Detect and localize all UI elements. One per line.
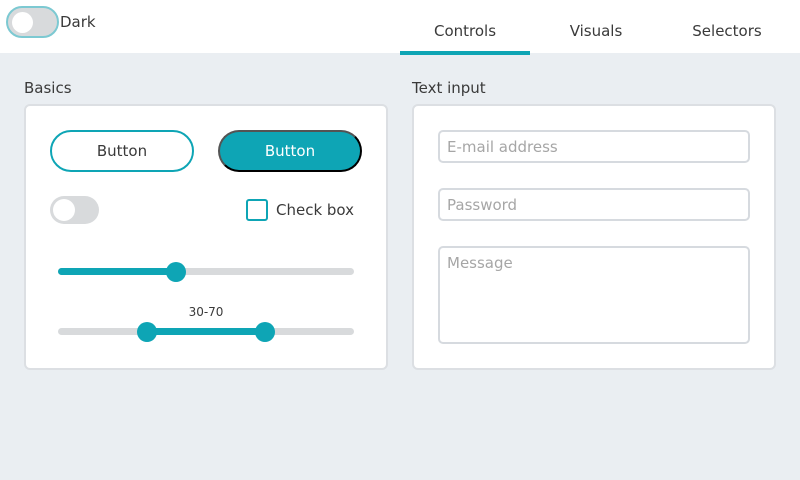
text-input-title: Text input — [412, 79, 486, 97]
password-field[interactable] — [438, 188, 750, 221]
range-fill — [146, 328, 266, 335]
switch-toggle[interactable] — [50, 196, 99, 224]
tab-controls-label: Controls — [433, 22, 497, 40]
toggle-knob — [12, 12, 33, 33]
tab-visuals[interactable]: Visuals — [531, 22, 661, 52]
tab-visuals-label: Visuals — [569, 22, 623, 40]
range-thumb-low[interactable] — [136, 322, 157, 342]
basics-title: Basics — [24, 79, 72, 97]
message-field[interactable] — [438, 246, 750, 344]
tab-controls[interactable]: Controls — [400, 22, 530, 55]
slider-fill — [58, 268, 177, 275]
switch-knob — [53, 199, 75, 221]
range-value-label: 30-70 — [188, 305, 224, 319]
dark-mode-toggle[interactable] — [6, 6, 59, 38]
checkbox-label: Check box — [276, 201, 355, 219]
dark-mode-label: Dark — [60, 13, 96, 31]
outline-button[interactable]: Button — [50, 130, 194, 172]
tab-selectors[interactable]: Selectors — [662, 22, 792, 52]
email-field[interactable] — [438, 130, 750, 163]
checkbox[interactable] — [246, 199, 268, 221]
tab-selectors-label: Selectors — [692, 22, 762, 40]
filled-button[interactable]: Button — [218, 130, 362, 172]
